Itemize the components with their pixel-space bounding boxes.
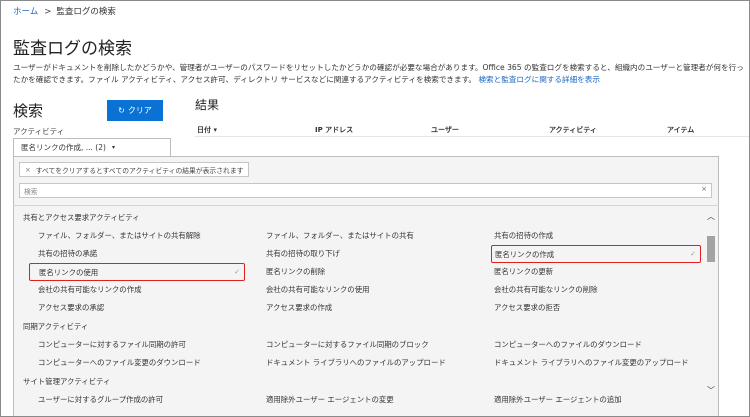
activity-dropdown[interactable]: 匿名リンクの作成, ... (2) ▾ bbox=[13, 138, 171, 156]
close-icon[interactable]: × bbox=[25, 166, 31, 174]
breadcrumb-current: 監査ログの検索 bbox=[56, 7, 116, 17]
activity-item-label: 匿名リンクの使用 bbox=[39, 267, 99, 277]
breadcrumb-separator: > bbox=[44, 7, 52, 17]
activity-item[interactable]: コンピューターへのファイルのダウンロード bbox=[494, 338, 642, 351]
activity-item[interactable]: ドキュメント ライブラリへのファイルのアップロード bbox=[266, 356, 446, 369]
clear-button[interactable]: ↻ クリア bbox=[107, 100, 163, 121]
activity-item[interactable]: 適用除外ユーザー エージェントの追加 bbox=[494, 393, 622, 406]
scroll-up-icon[interactable]: ︿ bbox=[707, 211, 715, 222]
activity-item[interactable]: コンピューターに対するファイル同期のブロック bbox=[266, 338, 429, 351]
activity-item[interactable]: 匿名リンクの更新 bbox=[494, 265, 553, 278]
checkmark-icon: ✓ bbox=[234, 268, 240, 276]
activity-item[interactable]: コンピューターへのファイル変更のダウンロード bbox=[38, 356, 201, 369]
activity-item[interactable]: ファイル、フォルダー、またはサイトの共有 bbox=[266, 229, 414, 242]
sort-indicator-icon: ▾ bbox=[213, 126, 217, 134]
activity-item-label: 匿名リンクの作成 bbox=[495, 249, 555, 259]
page-title: 監査ログの検索 bbox=[13, 39, 132, 59]
refresh-icon: ↻ bbox=[118, 106, 125, 115]
activity-label: アクティビティ bbox=[13, 127, 65, 136]
clear-search-icon[interactable]: × bbox=[701, 185, 707, 193]
scroll-down-icon[interactable]: ﹀ bbox=[707, 385, 715, 396]
activity-item[interactable]: 共有の招待の取り下げ bbox=[266, 247, 340, 260]
activity-item[interactable]: 適用除外ユーザー エージェントの変更 bbox=[266, 393, 394, 406]
column-header-ip[interactable]: IP アドレス bbox=[315, 125, 353, 135]
activity-item[interactable]: アクセス要求の承認 bbox=[38, 301, 104, 314]
chevron-down-icon: ▾ bbox=[111, 144, 115, 151]
search-heading: 検索 bbox=[13, 102, 44, 120]
activity-search-placeholder: 検索 bbox=[24, 187, 38, 196]
column-header-item[interactable]: アイテム bbox=[667, 125, 694, 135]
activity-item[interactable]: コンピューターに対するファイル同期の許可 bbox=[38, 338, 186, 351]
breadcrumb-home-link[interactable]: ホーム bbox=[13, 7, 38, 17]
activity-item-anonymous-link-create-selected[interactable]: 匿名リンクの作成 ✓ bbox=[491, 245, 701, 263]
page-description: ユーザーがドキュメントを削除したかどうかや、管理者がユーザーのパスワードをリセッ… bbox=[13, 62, 749, 86]
learn-more-link[interactable]: 検索と監査ログに関する詳細を表示 bbox=[478, 75, 600, 84]
checkmark-icon: ✓ bbox=[690, 250, 696, 258]
category-site-admin: サイト管理アクティビティ bbox=[23, 377, 111, 386]
column-header-user[interactable]: ユーザー bbox=[431, 125, 459, 135]
activity-item[interactable]: 会社の共有可能なリンクの作成 bbox=[38, 283, 141, 296]
activity-item[interactable]: アクセス要求の拒否 bbox=[494, 301, 560, 314]
activity-item[interactable]: 会社の共有可能なリンクの使用 bbox=[266, 283, 369, 296]
audit-log-page: ホーム > 監査ログの検索 監査ログの検索 ユーザーがドキュメントを削除したかどうか… bbox=[0, 0, 750, 417]
activity-item[interactable]: ユーザーに対するグループ作成の許可 bbox=[38, 393, 163, 406]
results-heading: 結果 bbox=[195, 98, 220, 112]
activity-item[interactable]: 共有の招待の承諾 bbox=[38, 247, 97, 260]
clear-all-tag-text: すべてをクリアするとすべてのアクティビティの結果が表示されます bbox=[35, 166, 244, 175]
panel-scrollbar[interactable]: ︿ ﹀ bbox=[704, 206, 719, 401]
category-sync: 同期アクティビティ bbox=[23, 322, 89, 331]
description-text: ユーザーがドキュメントを削除したかどうかや、管理者がユーザーのパスワードをリセッ… bbox=[13, 63, 744, 84]
activity-search-input[interactable]: 検索 × bbox=[19, 183, 712, 198]
clear-all-tag[interactable]: × すべてをクリアするとすべてのアクティビティの結果が表示されます bbox=[19, 162, 250, 177]
activity-item-anonymous-link-use-selected[interactable]: 匿名リンクの使用 ✓ bbox=[29, 263, 245, 281]
column-header-activity[interactable]: アクティビティ bbox=[549, 125, 597, 135]
activity-dropdown-value: 匿名リンクの作成, ... (2) bbox=[21, 143, 106, 152]
category-sharing: 共有とアクセス要求アクティビティ bbox=[23, 213, 140, 222]
panel-divider bbox=[13, 205, 719, 206]
activity-item[interactable]: 共有の招待の作成 bbox=[494, 229, 553, 242]
header-divider bbox=[195, 136, 749, 137]
scrollbar-thumb[interactable] bbox=[707, 236, 715, 262]
column-header-date[interactable]: 日付 ▾ bbox=[197, 125, 217, 135]
breadcrumb: ホーム > 監査ログの検索 bbox=[13, 5, 116, 17]
activity-item[interactable]: 会社の共有可能なリンクの削除 bbox=[494, 283, 597, 296]
column-header-date-label: 日付 bbox=[197, 126, 211, 134]
activity-item[interactable]: ファイル、フォルダー、またはサイトの共有解除 bbox=[38, 229, 201, 242]
activity-item[interactable]: ドキュメント ライブラリへのファイル変更のアップロード bbox=[494, 356, 689, 369]
activity-item[interactable]: アクセス要求の作成 bbox=[266, 301, 332, 314]
clear-button-label: クリア bbox=[127, 106, 152, 115]
activity-item[interactable]: 匿名リンクの削除 bbox=[266, 265, 325, 278]
